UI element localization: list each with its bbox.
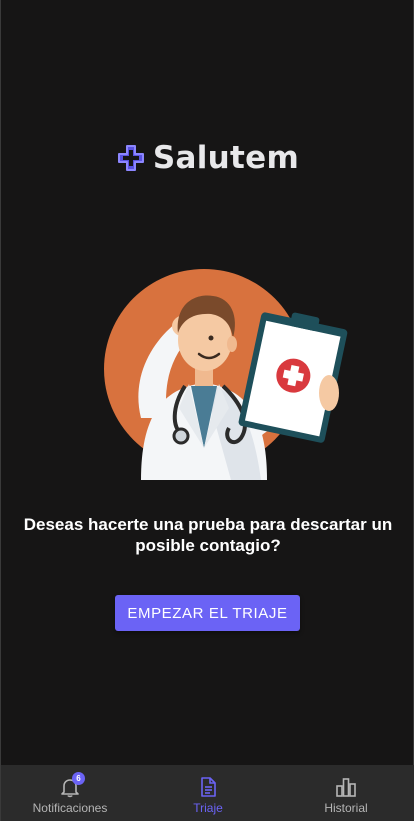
nav-item-notifications[interactable]: 6 Notificaciones (1, 765, 139, 821)
app-screen: Salutem Deseas hacerte una prueba para d… (0, 0, 414, 821)
bottom-navigation: 6 Notificaciones Triaje Historial (1, 765, 414, 821)
notification-badge: 6 (72, 772, 85, 785)
bar-chart-icon (335, 776, 357, 798)
bell-icon: 6 (59, 772, 85, 798)
nav-item-triage[interactable]: Triaje (139, 765, 277, 821)
nav-label-triage: Triaje (193, 801, 223, 815)
doctor-illustration (104, 269, 348, 480)
app-name: Salutem (152, 140, 300, 176)
nav-label-notifications: Notificaciones (32, 801, 108, 815)
nav-label-history: Historial (324, 801, 368, 815)
medical-cross-icon (117, 145, 144, 171)
start-triage-button[interactable]: EMPEZAR EL TRIAJE (115, 595, 300, 631)
triage-question: Deseas hacerte una prueba para descartar… (23, 515, 393, 555)
app-logo: Salutem (1, 140, 414, 176)
nav-item-history[interactable]: Historial (277, 765, 414, 821)
document-icon (197, 776, 219, 798)
